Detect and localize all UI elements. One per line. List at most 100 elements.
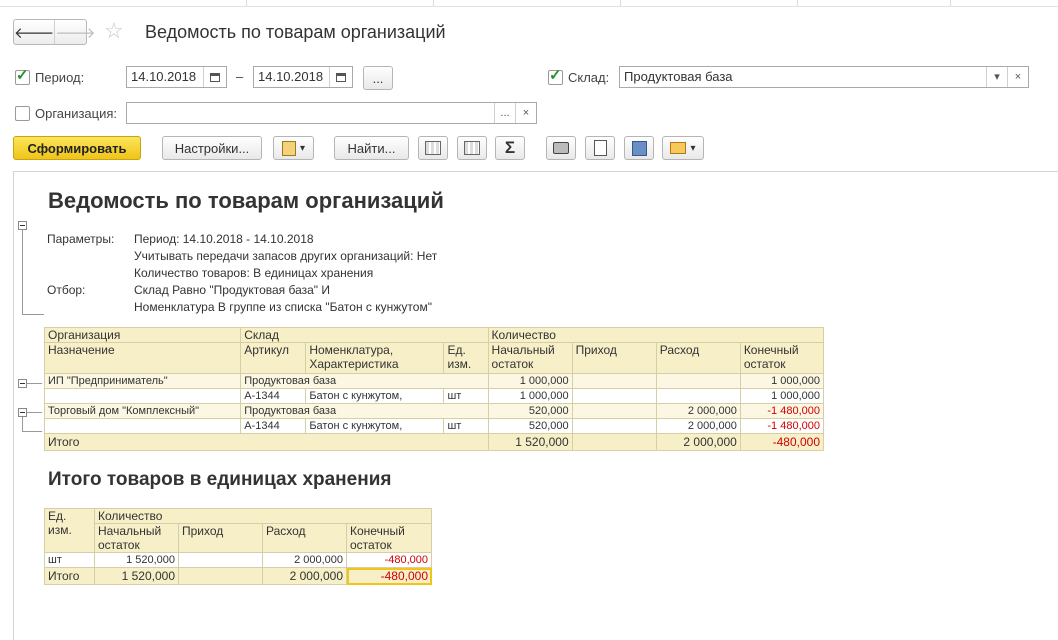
income-cell[interactable] bbox=[571, 403, 657, 419]
header-cell: Количество bbox=[487, 327, 825, 343]
start-cell[interactable]: 1 000,000 bbox=[487, 373, 573, 389]
org-cell[interactable]: Торговый дом "Комплексный" bbox=[43, 403, 242, 419]
forward-arrow-icon[interactable]: 🡒 bbox=[54, 20, 95, 44]
clear-icon[interactable]: × bbox=[1007, 67, 1028, 87]
article-cell[interactable]: А-1344 bbox=[240, 388, 307, 404]
income-cell[interactable] bbox=[571, 418, 657, 434]
header-text: остаток bbox=[350, 538, 392, 552]
end-cell[interactable]: 1 000,000 bbox=[739, 373, 825, 389]
item-cell[interactable]: Батон с кунжутом, bbox=[305, 388, 445, 404]
favorite-star-icon[interactable]: ☆ bbox=[104, 19, 124, 43]
clear-icon[interactable]: × bbox=[515, 103, 536, 123]
collapse-group-icon[interactable] bbox=[18, 408, 27, 417]
find-button[interactable]: Найти... bbox=[334, 136, 409, 160]
select-icon[interactable]: ... bbox=[494, 103, 515, 123]
item-cell[interactable]: Батон с кунжутом, bbox=[305, 418, 445, 434]
total-income[interactable] bbox=[178, 567, 263, 585]
header-cell: Назначение bbox=[43, 342, 242, 374]
caret-icon: ▾ bbox=[690, 142, 696, 154]
total-label[interactable]: Итого bbox=[44, 567, 95, 585]
variants-button[interactable]: ▾ bbox=[273, 136, 314, 160]
table-row[interactable]: А-1344 Батон с кунжутом, шт 520,000 2 00… bbox=[43, 418, 825, 434]
period-checkbox[interactable] bbox=[15, 66, 30, 85]
dropdown-icon[interactable]: ▾ bbox=[986, 67, 1007, 87]
total-start[interactable]: 1 520,000 bbox=[487, 433, 573, 451]
table-header-row: Начальный остаток Приход Расход Конечный о… bbox=[45, 523, 433, 553]
settings-button[interactable]: Настройки... bbox=[162, 136, 262, 160]
header-cell: Количество bbox=[93, 508, 433, 524]
report-document[interactable]: Ведомость по товарам организаций Парамет… bbox=[13, 171, 1058, 640]
selected-total-end-cell[interactable]: -480,000 bbox=[345, 567, 433, 585]
total-end[interactable]: -480,000 bbox=[739, 433, 825, 451]
income-cell[interactable] bbox=[571, 373, 657, 389]
start-cell[interactable]: 1 000,000 bbox=[487, 388, 573, 404]
expense-cell[interactable]: 2 000,000 bbox=[262, 552, 347, 568]
organization-field[interactable]: ... × bbox=[126, 102, 537, 124]
header-text: остаток bbox=[98, 538, 140, 552]
filter-line: Номенклатура В группе из списка "Батон с… bbox=[134, 300, 432, 314]
total-expense[interactable]: 2 000,000 bbox=[655, 433, 741, 451]
total-start[interactable]: 1 520,000 bbox=[94, 567, 179, 585]
preview-button[interactable] bbox=[585, 136, 615, 160]
warehouse-cell[interactable]: Продуктовая база bbox=[240, 373, 489, 389]
header-text: остаток bbox=[491, 357, 534, 371]
org-cell[interactable]: ИП "Предприниматель" bbox=[43, 373, 242, 389]
group-line bbox=[27, 412, 42, 413]
date-to-field[interactable]: 14.10.2018 bbox=[253, 66, 353, 88]
start-cell[interactable]: 520,000 bbox=[487, 418, 573, 434]
back-arrow-icon[interactable]: 🡐 bbox=[14, 20, 54, 44]
header-text: изм. bbox=[447, 357, 472, 371]
table-row[interactable]: Торговый дом "Комплексный" Продуктовая б… bbox=[43, 403, 825, 419]
unit-cell[interactable]: шт bbox=[443, 418, 489, 434]
params-label: Параметры: bbox=[47, 232, 115, 246]
total-row[interactable]: Итого 1 520,000 2 000,000 -480,000 bbox=[44, 567, 433, 585]
generate-button[interactable]: Сформировать bbox=[13, 136, 141, 160]
article-cell[interactable]: А-1344 bbox=[240, 418, 307, 434]
start-cell[interactable]: 1 520,000 bbox=[94, 552, 179, 568]
purpose-cell[interactable] bbox=[43, 388, 242, 404]
end-cell[interactable]: -480,000 bbox=[345, 552, 433, 568]
end-cell[interactable]: 1 000,000 bbox=[739, 388, 825, 404]
expense-cell[interactable] bbox=[655, 373, 741, 389]
expense-cell[interactable]: 2 000,000 bbox=[655, 418, 741, 434]
expense-cell[interactable]: 2 000,000 bbox=[655, 403, 741, 419]
table-row[interactable]: А-1344 Батон с кунжутом, шт 1 000,000 1 … bbox=[43, 388, 825, 404]
save-button[interactable] bbox=[624, 136, 654, 160]
print-button[interactable] bbox=[546, 136, 576, 160]
unit-cell[interactable]: шт bbox=[44, 552, 95, 568]
send-email-button[interactable]: ▾ bbox=[662, 136, 704, 160]
sum-button[interactable]: Σ bbox=[495, 136, 525, 160]
calendar-icon[interactable] bbox=[329, 67, 352, 87]
purpose-cell[interactable] bbox=[43, 418, 242, 434]
date-from-field[interactable]: 14.10.2018 bbox=[126, 66, 227, 88]
report-table: Организация Склад Количество Назначение … bbox=[43, 327, 825, 451]
period-select-button[interactable]: ... bbox=[363, 66, 393, 90]
warehouse-field[interactable]: Продуктовая база ▾ × bbox=[619, 66, 1029, 88]
end-cell[interactable]: -1 480,000 bbox=[739, 418, 825, 434]
date-from-value: 14.10.2018 bbox=[131, 69, 197, 84]
organization-checkbox[interactable] bbox=[15, 106, 30, 121]
grid-plus-icon bbox=[464, 141, 480, 155]
expense-cell[interactable] bbox=[655, 388, 741, 404]
calendar-icon[interactable] bbox=[203, 67, 226, 87]
total-row[interactable]: Итого 1 520,000 2 000,000 -480,000 bbox=[44, 433, 825, 451]
collapse-header-icon[interactable] bbox=[18, 221, 27, 230]
warehouse-checkbox[interactable] bbox=[548, 66, 563, 85]
header-text: Характеристика bbox=[309, 357, 399, 371]
warehouse-cell[interactable]: Продуктовая база bbox=[240, 403, 489, 419]
total-expense[interactable]: 2 000,000 bbox=[262, 567, 347, 585]
add-grid-button[interactable] bbox=[457, 136, 487, 160]
header-cell: Склад bbox=[240, 327, 489, 343]
header-cell: Приход bbox=[178, 523, 263, 553]
total-label[interactable]: Итого bbox=[44, 433, 489, 451]
start-cell[interactable]: 520,000 bbox=[487, 403, 573, 419]
expand-groups-button[interactable] bbox=[418, 136, 448, 160]
income-cell[interactable] bbox=[571, 388, 657, 404]
collapse-group-icon[interactable] bbox=[18, 379, 27, 388]
income-cell[interactable] bbox=[178, 552, 263, 568]
end-cell[interactable]: -1 480,000 bbox=[739, 403, 825, 419]
unit-cell[interactable]: шт bbox=[443, 388, 489, 404]
total-income[interactable] bbox=[571, 433, 657, 451]
table-row[interactable]: шт 1 520,000 2 000,000 -480,000 bbox=[44, 552, 433, 568]
table-row[interactable]: ИП "Предприниматель" Продуктовая база 1 … bbox=[43, 373, 825, 389]
